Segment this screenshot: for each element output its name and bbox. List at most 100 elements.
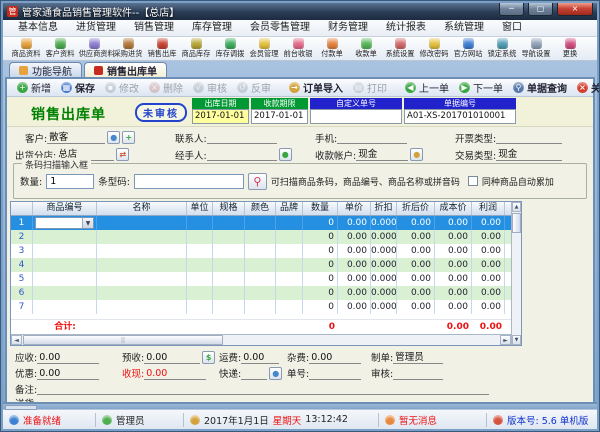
combo-dropdown-icon[interactable]: ▼ xyxy=(82,218,93,228)
cell-price[interactable]: 0.00 xyxy=(338,286,371,300)
menu-system-mgmt[interactable]: 系统管理 xyxy=(435,20,493,36)
trade-type-value[interactable]: 现金 xyxy=(496,148,563,161)
account-value[interactable]: 现金 xyxy=(356,148,409,161)
cell-disc[interactable]: 0.000 xyxy=(371,300,397,314)
col-spec[interactable]: 规格 xyxy=(213,202,245,215)
freight-value[interactable]: 0.00 xyxy=(241,351,280,364)
toolbar-member-manage[interactable]: 会员管理 xyxy=(247,38,281,60)
minimize-button[interactable]: ─ xyxy=(499,3,524,16)
cell-color[interactable] xyxy=(245,230,276,244)
barcode-input[interactable] xyxy=(133,173,244,189)
cell-disc[interactable]: 0.000 xyxy=(371,272,397,286)
cell-dprice[interactable]: 0.00 xyxy=(397,286,435,300)
cell-brand[interactable] xyxy=(276,258,303,272)
cell-dprice[interactable]: 0.00 xyxy=(397,300,435,314)
tab-function-nav[interactable]: 功能导航 xyxy=(9,62,82,78)
misc-fee-value[interactable]: 0.00 xyxy=(309,351,362,364)
toolbar-nav-settings[interactable]: 导航设置 xyxy=(519,38,553,60)
scroll-down-icon[interactable]: ▼ xyxy=(512,335,521,345)
grid-row-2[interactable]: 2 0 0.00 0.000 0.00 0.00 0.00 xyxy=(11,230,511,244)
advance-picker-icon[interactable]: $ xyxy=(202,350,216,364)
receivable-value[interactable]: 0.00 xyxy=(37,351,100,364)
cell-cost[interactable]: 0.00 xyxy=(435,300,472,314)
customer-value[interactable]: 散客 xyxy=(47,131,106,144)
cell-spec[interactable] xyxy=(213,230,245,244)
horizontal-scrollbar[interactable]: ◄ ► xyxy=(11,334,511,345)
bill-no-value[interactable]: A01-XS-201701010001 xyxy=(404,109,516,124)
cell-price[interactable]: 0.00 xyxy=(338,230,371,244)
col-disc[interactable]: 折扣 xyxy=(371,202,397,215)
cell-brand[interactable] xyxy=(276,272,303,286)
cell-spec[interactable] xyxy=(213,216,245,230)
cell-brand[interactable] xyxy=(276,286,303,300)
cell-brand[interactable] xyxy=(276,300,303,314)
import-order-button[interactable]: → 订单导入 xyxy=(285,80,347,95)
remark-value[interactable] xyxy=(37,382,490,395)
cell-name[interactable] xyxy=(97,272,187,286)
toolbar-change-password[interactable]: 修改密码 xyxy=(417,38,451,60)
accumulate-checkbox[interactable] xyxy=(467,176,478,186)
cell-price[interactable]: 0.00 xyxy=(338,258,371,272)
toolbar-supplier-data[interactable]: 供应商资料 xyxy=(77,38,115,60)
cell-cost[interactable]: 0.00 xyxy=(435,258,472,272)
toolbar-sales-out[interactable]: 销售出库 xyxy=(145,38,179,60)
qty-input[interactable] xyxy=(46,173,95,189)
cell-name[interactable] xyxy=(97,216,187,230)
add-button[interactable]: + 新增 xyxy=(13,80,55,95)
col-qty[interactable]: 数量 xyxy=(303,202,338,215)
cell-unit[interactable] xyxy=(187,272,213,286)
cell-cost[interactable]: 0.00 xyxy=(435,230,472,244)
express-picker-icon[interactable]: ● xyxy=(269,366,283,380)
barcode-search-icon[interactable]: ⚲ xyxy=(247,172,267,190)
cell-spec[interactable] xyxy=(213,300,245,314)
toolbar-system-settings[interactable]: 系统设置 xyxy=(383,38,417,60)
cell-qty[interactable]: 0 xyxy=(303,300,338,314)
branch-picker-icon[interactable]: ⇄ xyxy=(116,148,130,161)
handler-picker-icon[interactable]: ● xyxy=(278,148,292,161)
cell-color[interactable] xyxy=(245,286,276,300)
cell-qty[interactable]: 0 xyxy=(303,258,338,272)
cell-spec[interactable] xyxy=(213,244,245,258)
col-profit[interactable]: 利润 xyxy=(472,202,505,215)
cell-brand[interactable] xyxy=(276,230,303,244)
add-customer-icon[interactable]: + xyxy=(122,131,136,144)
cell-code[interactable] xyxy=(33,230,97,244)
cell-profit[interactable]: 0.00 xyxy=(472,286,505,300)
cell-profit[interactable]: 0.00 xyxy=(472,244,505,258)
cell-qty[interactable]: 0 xyxy=(303,216,338,230)
cell-spec[interactable] xyxy=(213,272,245,286)
menu-basic-info[interactable]: 基本信息 xyxy=(9,20,67,36)
next-bill-button[interactable]: ▶ 下一单 xyxy=(455,80,507,95)
query-bill-button[interactable]: ⚲ 单据查询 xyxy=(509,80,571,95)
cell-profit[interactable]: 0.00 xyxy=(472,230,505,244)
cell-disc[interactable]: 0.000 xyxy=(371,244,397,258)
cell-cost[interactable]: 0.00 xyxy=(435,216,472,230)
toolbar-customer-data[interactable]: 客户资料 xyxy=(43,38,77,60)
menu-sales-mgmt[interactable]: 销售管理 xyxy=(125,20,183,36)
scroll-right-icon[interactable]: ► xyxy=(500,335,511,345)
cell-disc[interactable]: 0.000 xyxy=(371,230,397,244)
menu-purchase-mgmt[interactable]: 进货管理 xyxy=(67,20,125,36)
col-brand[interactable]: 品牌 xyxy=(276,202,303,215)
product-code-combobox[interactable]: ▼ xyxy=(35,217,94,229)
cell-qty[interactable]: 0 xyxy=(303,244,338,258)
cell-unit[interactable] xyxy=(187,286,213,300)
cell-dprice[interactable]: 0.00 xyxy=(397,230,435,244)
express-value[interactable] xyxy=(241,367,268,380)
cell-disc[interactable]: 0.000 xyxy=(371,286,397,300)
cell-qty[interactable]: 0 xyxy=(303,230,338,244)
cell-color[interactable] xyxy=(245,272,276,286)
toolbar-lock-system[interactable]: 锁定系统 xyxy=(485,38,519,60)
menu-stats-report[interactable]: 统计报表 xyxy=(377,20,435,36)
save-button[interactable]: ▦ 保存 xyxy=(57,80,99,95)
cell-dprice[interactable]: 0.00 xyxy=(397,258,435,272)
tab-sales-out-bill[interactable]: 销售出库单 xyxy=(84,62,167,78)
scroll-up-icon[interactable]: ▲ xyxy=(512,202,521,212)
toolbar-stock-transfer[interactable]: 库存调拨 xyxy=(213,38,247,60)
cell-unit[interactable] xyxy=(187,258,213,272)
toolbar-goods-data[interactable]: 商品资料 xyxy=(9,38,43,60)
grid-row-1[interactable]: 1 ▼ 0 0.00 0.000 0.00 0.00 0.00 xyxy=(11,216,511,230)
invoice-type-value[interactable] xyxy=(496,131,563,144)
cell-profit[interactable]: 0.00 xyxy=(472,216,505,230)
col-color[interactable]: 颜色 xyxy=(245,202,276,215)
